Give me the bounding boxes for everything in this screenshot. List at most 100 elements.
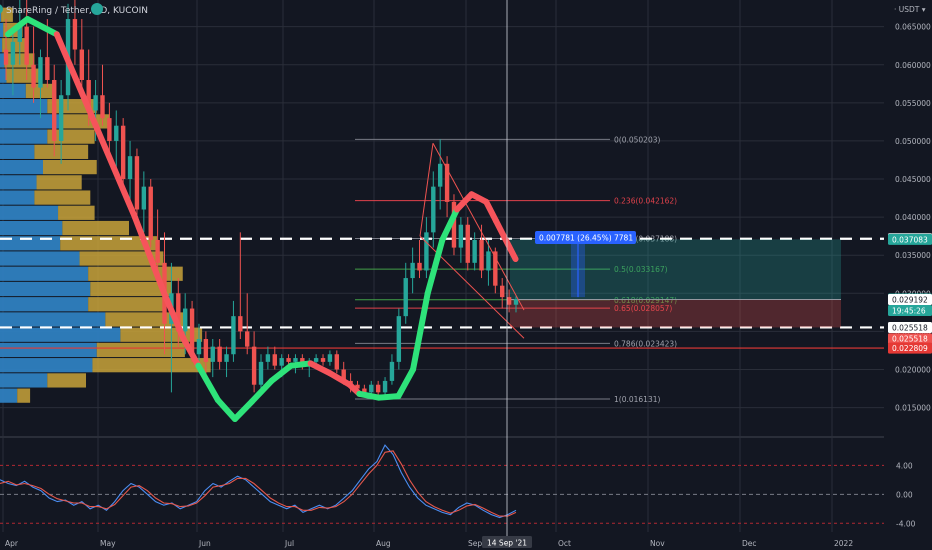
price-tick-label-4: 0.045000: [895, 175, 931, 184]
candle-body-19: [134, 156, 140, 210]
price-label-7: 0.022809: [892, 344, 928, 353]
time-tick-label-7: Nov: [650, 539, 665, 548]
volume-profile-buy-bar-25: [0, 388, 18, 403]
candle-body-32: [224, 354, 229, 362]
volume-profile-buy-bar-3: [0, 53, 5, 68]
candle-body-58: [403, 278, 408, 317]
price-axis[interactable]: · USDT ▾ 0.065000 0.060000 0.055000 0.050000…: [884, 0, 932, 550]
volume-profile-buy-bar-2: [0, 38, 3, 53]
volume-profile-sell-bar-19: [88, 297, 164, 312]
time-axis-background: [0, 536, 932, 550]
candle-body-35: [245, 331, 250, 347]
osc-tick-label-2: -4.00: [896, 519, 916, 528]
candle-body-54: [375, 384, 381, 393]
volume-profile-sell-bar-13: [58, 205, 95, 220]
candle-body-5: [38, 57, 43, 88]
price-tick-label-10: 0.015000: [895, 404, 931, 413]
candle-body-15: [107, 118, 112, 141]
candle-body-17: [120, 125, 126, 180]
time-tick-label-2: Jun: [198, 539, 211, 548]
position-target-zone: [510, 239, 841, 300]
osc-tick-label-0: 4.00: [896, 461, 913, 470]
candle-body-20: [141, 186, 147, 210]
volume-profile-sell-bar-12: [34, 190, 91, 205]
volume-profile-buy-bar-14: [0, 220, 63, 236]
volume-profile-buy-bar-8: [0, 129, 48, 144]
volume-profile-buy-bar-7: [0, 114, 61, 129]
candle-body-10: [72, 19, 78, 50]
candle-body-22: [155, 239, 160, 263]
fib-level-label-1: 0.236(0.042162): [614, 197, 677, 206]
candle-body-37: [258, 361, 264, 385]
candle-body-70: [486, 251, 491, 271]
time-axis[interactable]: Apr May Jun Jul Aug Sep Oct Nov Dec 2022 14 Sep '2…: [0, 536, 932, 550]
candle-body-40: [279, 358, 284, 366]
candle-body-8: [58, 95, 64, 141]
time-tick-label-9: 2022: [834, 539, 853, 548]
candle-body-30: [210, 346, 215, 362]
candle-body-21: [148, 186, 153, 240]
candle-body-1: [10, 41, 16, 65]
price-label-4: 0.029192: [892, 295, 928, 304]
price-label-3: 19:45:26: [892, 306, 926, 315]
candle-body-67: [465, 224, 470, 263]
volume-profile-sell-bar-25: [17, 388, 31, 403]
volume-profile-sell-bar-10: [43, 159, 97, 175]
volume-profile-buy-bar-10: [0, 159, 43, 175]
volume-profile-buy-bar-1: [0, 22, 4, 38]
candle-body-3: [24, 26, 29, 65]
volume-profile-buy-bar-13: [0, 205, 59, 220]
candle-body-47: [327, 354, 333, 362]
candle-body-7: [52, 79, 57, 141]
candle-body-41: [286, 358, 291, 362]
trading-chart[interactable]: 0(0.050203)0.236(0.042162)0.382(0.037188…: [0, 0, 932, 550]
candle-body-56: [389, 361, 395, 381]
candle-body-38: [265, 354, 271, 362]
volume-profile-buy-bar-20: [0, 312, 106, 327]
candle-body-62: [431, 186, 436, 233]
candle-body-36: [251, 346, 257, 385]
price-label-6: 0.025518: [892, 335, 928, 344]
measure-label: 0.007781 (26.45%) 7781: [539, 234, 633, 243]
volume-profile-sell-bar-24: [47, 373, 86, 388]
candle-body-74: [513, 299, 519, 305]
candle-body-39: [272, 354, 277, 366]
volume-profile-buy-bar-12: [0, 190, 35, 205]
volume-profile-sell-bar-11: [36, 175, 82, 190]
candle-body-4: [31, 64, 36, 88]
volume-profile-sell-bar-21: [120, 327, 203, 342]
volume-profile-sell-bar-17: [88, 266, 183, 281]
volume-profile-buy-bar-18: [0, 281, 91, 297]
volume-profile-buy-bar-19: [0, 297, 89, 312]
volume-profile-buy-bar-11: [0, 175, 37, 190]
candle-body-63: [437, 163, 443, 187]
fib-level-label-0: 0(0.050203): [614, 135, 660, 144]
fib-level-label-7: 1(0.016131): [614, 395, 660, 404]
exchange-logo-icon: [91, 3, 103, 15]
price-label-1: 0.037083: [892, 235, 928, 244]
volume-profile-buy-bar-9: [0, 144, 35, 159]
candle-body-73: [506, 297, 512, 305]
long-position-tool[interactable]: [510, 239, 841, 328]
time-tick-label-0: Apr: [5, 539, 19, 548]
time-tick-label-8: Dec: [742, 539, 757, 548]
candle-body-42: [293, 358, 298, 362]
volume-profile-buy-bar-24: [0, 373, 48, 388]
candle-body-61: [424, 232, 429, 271]
time-tick-label-1: May: [100, 539, 116, 548]
volume-profile-buy-bar-21: [0, 327, 121, 342]
position-stop-zone: [510, 299, 841, 328]
candle-body-53: [369, 384, 374, 393]
fib-level-label-6: 0.786(0.023423): [614, 339, 677, 348]
price-tick-label-1: 0.060000: [895, 61, 931, 70]
symbol-title: ShareRing / Tether, 1D, KUCOIN: [6, 6, 148, 16]
price-tick-label-3: 0.050000: [895, 137, 931, 146]
price-axis-unit: · USDT ▾: [894, 5, 926, 14]
candle-body-34: [238, 316, 243, 332]
price-tick-label-2: 0.055000: [895, 99, 931, 108]
candle-body-14: [100, 95, 105, 119]
candle-body-16: [114, 125, 119, 141]
volume-profile-buy-bar-17: [0, 266, 89, 281]
time-tick-label-4: Aug: [376, 539, 391, 548]
candle-body-57: [396, 316, 402, 362]
